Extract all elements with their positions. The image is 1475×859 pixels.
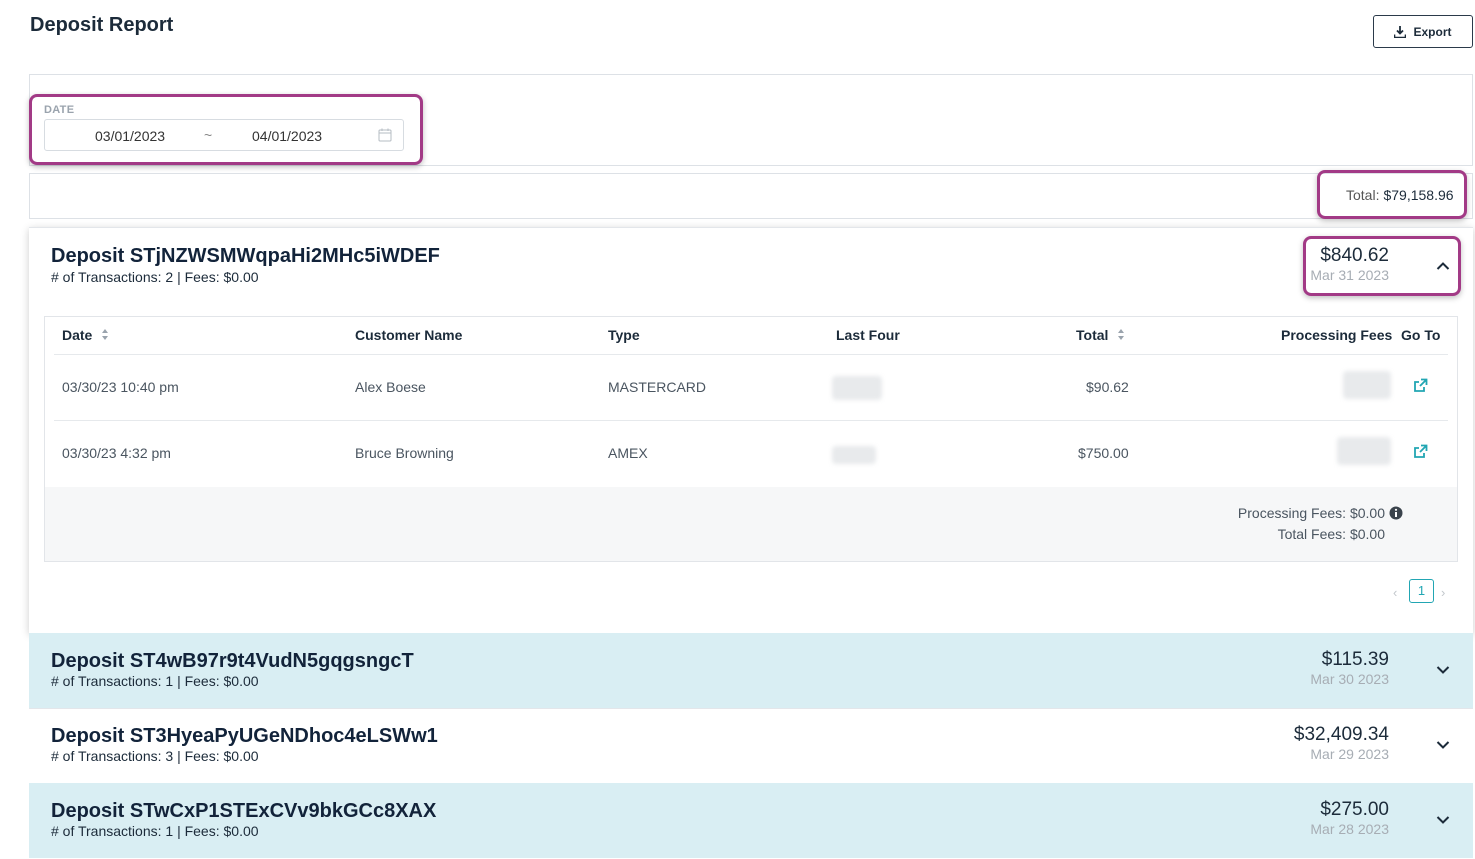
row-total: $750.00 <box>1078 445 1129 461</box>
info-icon[interactable] <box>1389 506 1403 520</box>
column-type: Type <box>608 327 640 343</box>
column-total[interactable]: Total <box>1076 327 1108 343</box>
deposit-subtitle: # of Transactions: 2 | Fees: $0.00 <box>51 269 259 285</box>
sort-icon[interactable] <box>1117 328 1125 341</box>
chevron-down-icon[interactable] <box>1436 815 1450 825</box>
chevron-up-icon[interactable] <box>1436 261 1450 271</box>
download-icon <box>1394 25 1407 38</box>
date-to-input[interactable]: 04/01/2023 <box>252 128 322 144</box>
row-type: MASTERCARD <box>608 379 707 395</box>
processing-fees-total: Processing Fees: $0.00 <box>1237 505 1385 521</box>
row-customer: Alex Boese <box>355 379 426 395</box>
pagination-page[interactable]: 1 <box>1409 579 1434 603</box>
deposit-title: Deposit STjNZWSMWqpaHi2MHc5iWDEF <box>51 245 440 267</box>
row-type: AMEX <box>608 445 648 461</box>
page-title: Deposit Report <box>30 14 174 36</box>
deposit-subtitle: # of Transactions: 1 | Fees: $0.00 <box>51 673 259 689</box>
chevron-down-icon[interactable] <box>1436 665 1450 675</box>
row-date: 03/30/23 4:32 pm <box>62 445 171 461</box>
deposit-subtitle: # of Transactions: 1 | Fees: $0.00 <box>51 823 259 839</box>
row-date: 03/30/23 10:40 pm <box>62 379 179 395</box>
date-range-picker[interactable]: 03/01/2023 ~ 04/01/2023 <box>44 119 404 151</box>
external-link-icon[interactable] <box>1413 444 1428 459</box>
deposit-amount: $32,409.34 <box>1293 724 1389 745</box>
row-customer: Bruce Browning <box>355 445 454 461</box>
chevron-down-icon[interactable] <box>1436 740 1450 750</box>
column-processing-fees: Processing Fees <box>1281 327 1393 343</box>
total-label: Total: <box>1346 187 1380 203</box>
total-value: $79,158.96 <box>1383 187 1454 203</box>
export-button[interactable]: Export <box>1373 15 1473 48</box>
redacted-last-four <box>832 376 882 400</box>
fees-summary <box>45 487 1457 561</box>
deposit-date: Mar 31 2023 <box>1310 267 1389 283</box>
date-separator: ~ <box>204 127 213 143</box>
deposit-date: Mar 29 2023 <box>1310 746 1389 762</box>
deposit-date: Mar 30 2023 <box>1310 671 1389 687</box>
deposit-title: Deposit STwCxP1STExCVv9bkGCc8XAX <box>51 800 437 822</box>
deposit-title: Deposit ST4wB97r9t4VudN5gqgsngcT <box>51 650 414 672</box>
deposit-amount: $840.62 <box>1320 245 1389 266</box>
deposit-subtitle: # of Transactions: 3 | Fees: $0.00 <box>51 748 259 764</box>
row-total: $90.62 <box>1086 379 1129 395</box>
calendar-icon[interactable] <box>378 128 392 142</box>
sort-icon[interactable] <box>101 328 109 341</box>
date-label: DATE <box>44 104 75 116</box>
deposit-amount: $275.00 <box>1320 799 1389 820</box>
column-go-to: Go To <box>1401 327 1441 343</box>
deposit-amount: $115.39 <box>1321 649 1389 670</box>
redacted-fees <box>1337 437 1391 465</box>
total-fees: Total Fees: $0.00 <box>1277 526 1385 542</box>
row-divider <box>54 420 1448 421</box>
date-from-input[interactable]: 03/01/2023 <box>95 128 165 144</box>
header-divider <box>54 354 1448 355</box>
column-date[interactable]: Date <box>62 327 92 343</box>
export-label: Export <box>1413 24 1452 39</box>
total-bar <box>29 173 1473 219</box>
deposit-title: Deposit ST3HyeaPyUGeNDhoc4eLSWw1 <box>51 725 438 747</box>
pagination-next[interactable]: › <box>1441 585 1445 600</box>
grand-total: Total: $79,158.96 <box>1346 187 1454 203</box>
deposit-date: Mar 28 2023 <box>1310 821 1389 837</box>
redacted-last-four <box>832 446 876 464</box>
redacted-fees <box>1343 371 1391 399</box>
external-link-icon[interactable] <box>1413 378 1428 393</box>
pagination-prev[interactable]: ‹ <box>1393 585 1397 600</box>
column-customer: Customer Name <box>355 327 463 343</box>
column-last-four: Last Four <box>836 327 900 343</box>
